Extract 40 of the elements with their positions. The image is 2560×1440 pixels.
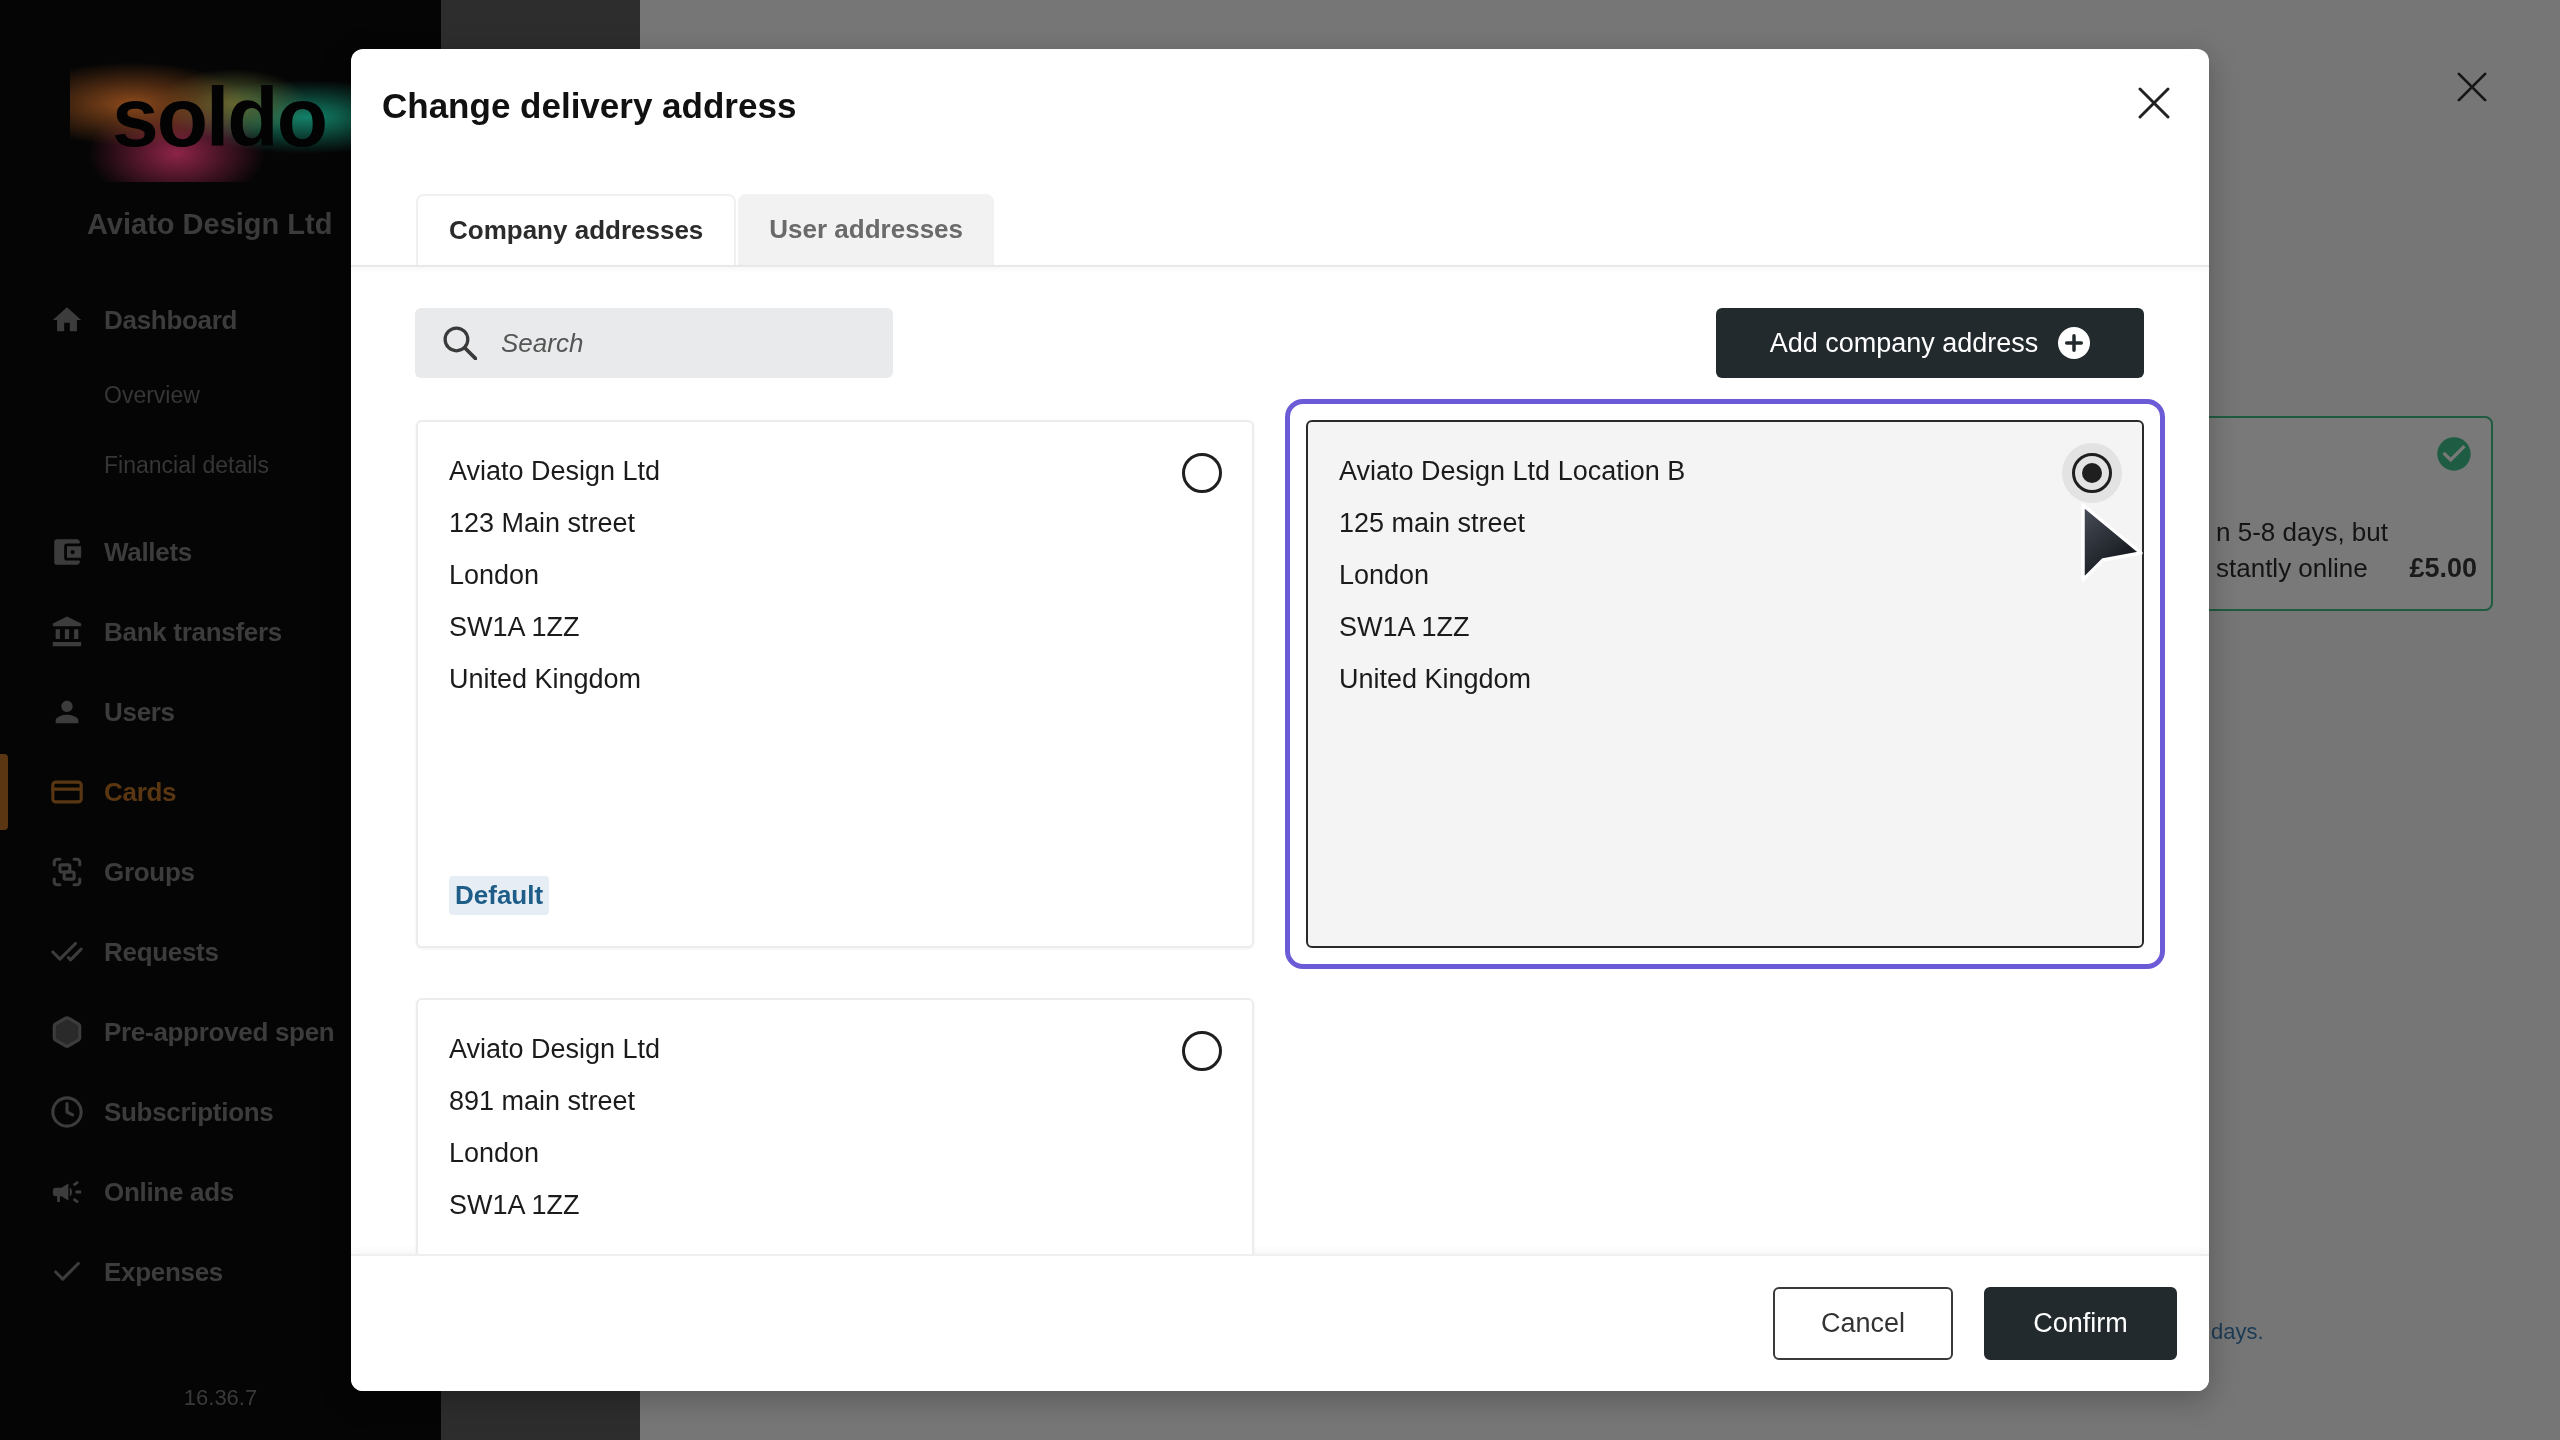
group-icon (50, 855, 84, 889)
address-line: 891 main street (449, 1085, 636, 1118)
address-line: London (1339, 559, 1430, 592)
address-card[interactable]: Aviato Design Ltd 123 Main street London SW1A 1ZZ United Kingdom Default (416, 420, 1254, 948)
option-description: stantly online (2216, 552, 2368, 585)
close-icon[interactable] (2138, 87, 2170, 119)
address-line: SW1A 1ZZ (449, 1189, 580, 1222)
tab[interactable]: Company addresses (416, 194, 737, 265)
option-description: n 5-8 days, but (2216, 516, 2388, 549)
address-line: United Kingdom (1339, 663, 1532, 696)
search-field[interactable]: Search (415, 308, 893, 378)
plus-circle-icon (2058, 327, 2091, 359)
confirm-button[interactable]: Confirm (1984, 1287, 2177, 1360)
nav-item[interactable]: Cards (50, 774, 177, 810)
address-line: Aviato Design Ltd (449, 1033, 661, 1066)
radio-button[interactable] (1182, 453, 1222, 493)
address-line: United Kingdom (449, 663, 642, 696)
address-line: SW1A 1ZZ (449, 611, 580, 644)
address-line: Aviato Design Ltd (449, 455, 661, 488)
address-line: SW1A 1ZZ (1339, 611, 1470, 644)
cancel-button[interactable]: Cancel (1773, 1287, 1953, 1360)
address-card[interactable]: Aviato Design Ltd Location B 125 main street London SW1A 1ZZ United Kingdom (1306, 420, 2144, 948)
address-line: London (449, 559, 540, 592)
add-address-button[interactable]: Add company address (1716, 308, 2144, 378)
address-line: Aviato Design Ltd Location B (1339, 455, 1686, 488)
address-card[interactable]: Aviato Design Ltd 891 main street London SW1A 1ZZ (416, 998, 1254, 1254)
address-line: London (449, 1137, 540, 1170)
bank-icon (50, 615, 84, 649)
radio-button[interactable] (1182, 1031, 1222, 1071)
hexagon-icon (50, 1015, 84, 1049)
clock-icon (50, 1095, 84, 1129)
price: £5.00 (2409, 552, 2477, 585)
dialog-title: Change delivery address (382, 85, 797, 127)
tab[interactable]: User addresses (738, 194, 994, 265)
address-line: 125 main street (1339, 507, 1526, 540)
mouse-cursor-icon (2079, 501, 2145, 585)
footnote-text: days. (2211, 1318, 2264, 1346)
default-badge: Default (449, 876, 550, 915)
address-line: 123 Main street (449, 507, 636, 540)
search-icon (443, 326, 477, 360)
